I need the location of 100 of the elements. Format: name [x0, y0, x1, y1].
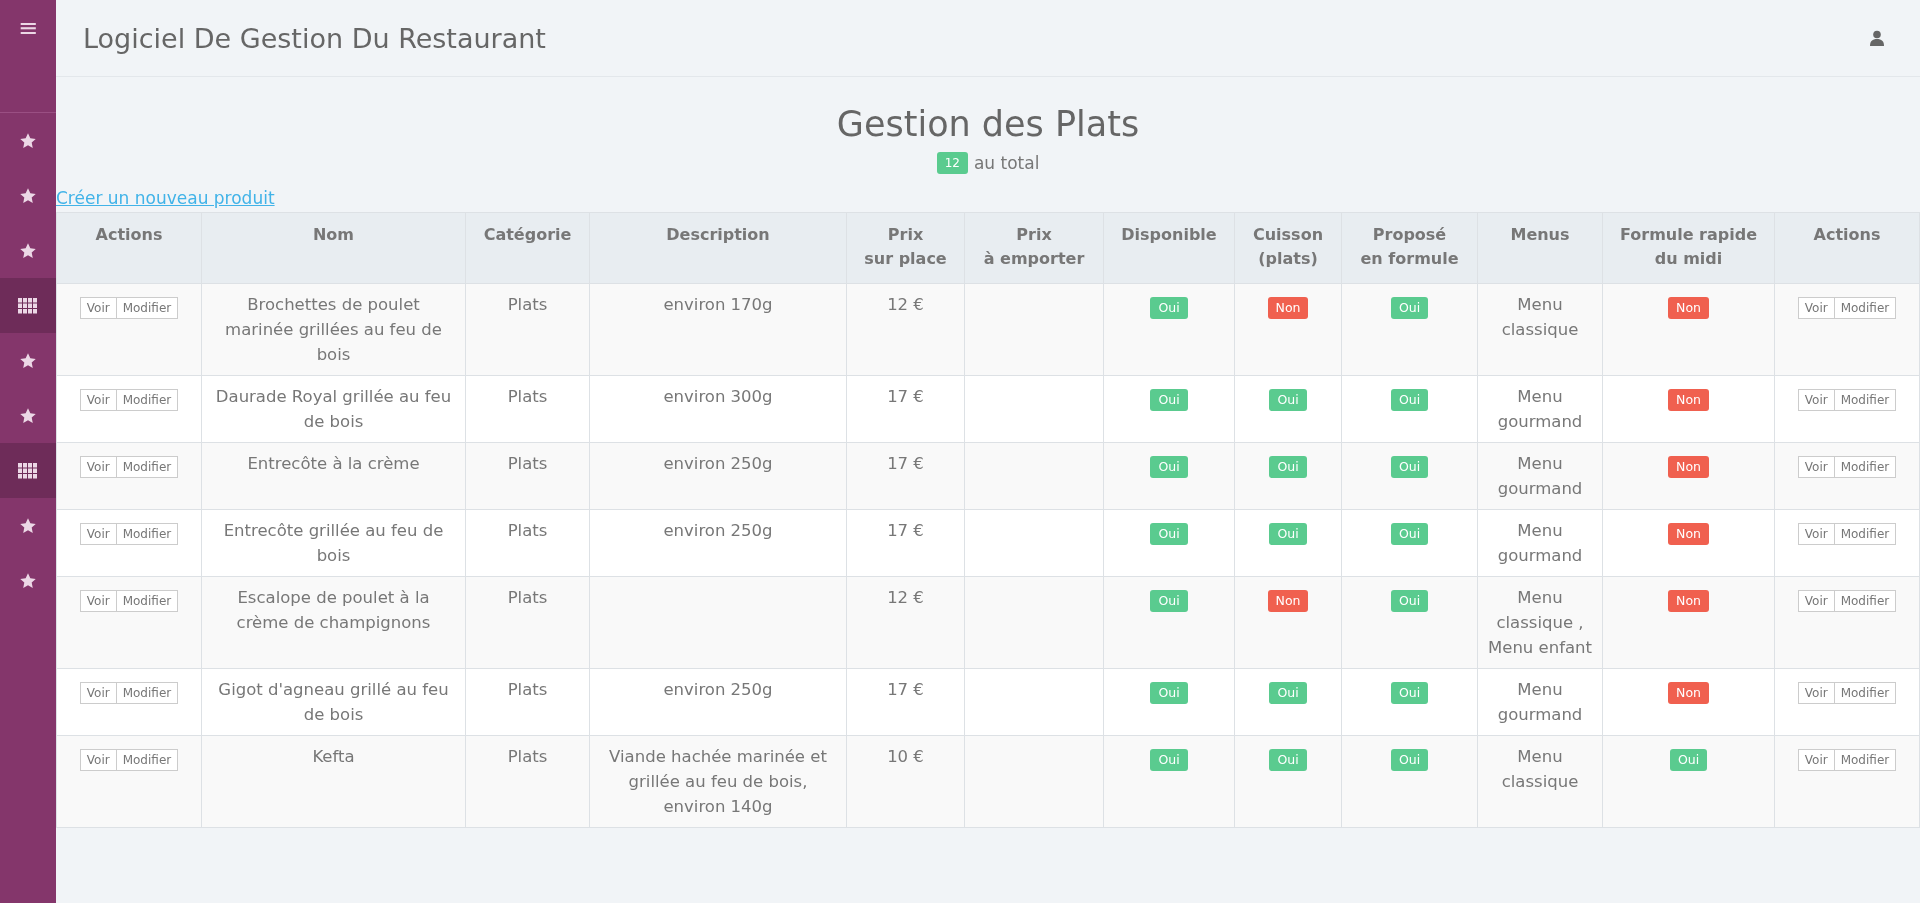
sidebar-item[interactable] [0, 443, 56, 498]
menus-cell: Menu gourmand [1477, 509, 1603, 577]
price-cell: 17 € [846, 509, 965, 577]
view-button[interactable]: Voir [79, 389, 117, 411]
count-badge: 12 [936, 152, 968, 174]
view-button[interactable]: Voir [1797, 389, 1835, 411]
status-badge: Oui [1669, 749, 1708, 771]
dish-name: Daurade Royal grillée au feu de bois [201, 375, 466, 443]
category-cell: Plats [465, 442, 590, 510]
grid-icon [18, 462, 38, 479]
column-header: Prix sur place [846, 212, 965, 284]
edit-button[interactable]: Modifier [116, 682, 179, 704]
price-cell: 17 € [846, 668, 965, 736]
category-cell: Plats [465, 668, 590, 736]
edit-button[interactable]: Modifier [116, 456, 179, 478]
edit-button[interactable]: Modifier [1834, 590, 1897, 612]
column-header: Proposé en formule [1341, 212, 1478, 284]
status-badge: Oui [1150, 297, 1188, 319]
category-cell: Plats [465, 509, 590, 577]
edit-button[interactable]: Modifier [1834, 749, 1897, 771]
status-badge: Oui [1390, 682, 1429, 704]
dish-name: Brochettes de poulet marinée grillées au feu de bois [201, 283, 466, 376]
description-cell: environ 300g [589, 375, 847, 443]
status-badge: Oui [1150, 682, 1188, 704]
dish-name: Kefta [201, 735, 466, 828]
status-badge: Non [1668, 682, 1709, 704]
view-button[interactable]: Voir [79, 297, 117, 319]
menus-cell: Menu gourmand [1477, 668, 1603, 736]
status-badge: Oui [1150, 749, 1188, 771]
edit-button[interactable]: Modifier [1834, 523, 1897, 545]
column-header: Cuisson (plats) [1234, 212, 1342, 284]
column-header: Formule rapide du midi [1602, 212, 1775, 284]
column-header: Menus [1477, 212, 1603, 284]
view-button[interactable]: Voir [79, 749, 117, 771]
menus-cell: Menu gourmand [1477, 375, 1603, 443]
category-cell: Plats [465, 735, 590, 828]
dish-name: Gigot d'agneau grillé au feu de bois [201, 668, 466, 736]
view-button[interactable]: Voir [79, 682, 117, 704]
edit-button[interactable]: Modifier [1834, 389, 1897, 411]
edit-button[interactable]: Modifier [1834, 456, 1897, 478]
view-button[interactable]: Voir [79, 590, 117, 612]
edit-button[interactable]: Modifier [1834, 297, 1897, 319]
view-button[interactable]: Voir [1797, 682, 1835, 704]
description-cell: environ 250g [589, 668, 847, 736]
description-cell: environ 250g [589, 509, 847, 577]
status-badge: Oui [1269, 523, 1307, 545]
category-cell: Plats [465, 283, 590, 376]
status-badge: Oui [1269, 456, 1307, 478]
view-button[interactable]: Voir [1797, 523, 1835, 545]
edit-button[interactable]: Modifier [116, 590, 179, 612]
edit-button[interactable]: Modifier [116, 297, 179, 319]
price-cell: 17 € [846, 442, 965, 510]
status-badge: Oui [1150, 523, 1188, 545]
price-cell: 17 € [846, 375, 965, 443]
view-button[interactable]: Voir [1797, 297, 1835, 319]
status-badge: Oui [1390, 523, 1429, 545]
dish-name: Entrecôte à la crème [201, 442, 466, 510]
menu-button[interactable]: ≡ [13, 16, 43, 40]
description-cell: environ 170g [589, 283, 847, 376]
status-badge: Non [1668, 523, 1709, 545]
price-cell: 10 € [846, 735, 965, 828]
edit-button[interactable]: Modifier [116, 389, 179, 411]
category-cell: Plats [465, 576, 590, 669]
status-badge: Oui [1390, 456, 1429, 478]
view-button[interactable]: Voir [1797, 749, 1835, 771]
status-badge: Non [1668, 389, 1709, 411]
status-badge: Non [1668, 590, 1709, 612]
column-header: Disponible [1103, 212, 1235, 284]
edit-button[interactable]: Modifier [116, 523, 179, 545]
description-cell: environ 250g [589, 442, 847, 510]
price-cell: 12 € [846, 576, 965, 669]
star-icon [19, 406, 37, 425]
status-badge: Oui [1150, 389, 1188, 411]
view-button[interactable]: Voir [79, 523, 117, 545]
star-icon [19, 131, 37, 150]
column-header: Actions [56, 212, 202, 284]
category-cell: Plats [465, 375, 590, 443]
column-header: Description [589, 212, 847, 284]
user-icon[interactable] [1870, 30, 1884, 46]
status-badge: Oui [1269, 682, 1307, 704]
edit-button[interactable]: Modifier [1834, 682, 1897, 704]
view-button[interactable]: Voir [1797, 590, 1835, 612]
status-badge: Oui [1390, 749, 1429, 771]
dish-name: Escalope de poulet à la crème de champignons [201, 576, 466, 669]
sidebar-item[interactable] [0, 278, 56, 333]
view-button[interactable]: Voir [1797, 456, 1835, 478]
status-badge: Oui [1390, 389, 1429, 411]
column-header: Nom [201, 212, 466, 284]
star-icon [19, 516, 37, 535]
description-cell: Viande hachée marinée et grillée au feu de bois, environ 140g [589, 735, 847, 828]
column-header: Catégorie [465, 212, 590, 284]
menus-cell: Menu classique [1477, 283, 1603, 376]
price-cell: 12 € [846, 283, 965, 376]
count-label: au total [973, 153, 1040, 173]
view-button[interactable]: Voir [79, 456, 117, 478]
dish-name: Entrecôte grillée au feu de bois [201, 509, 466, 577]
status-badge: Oui [1150, 590, 1188, 612]
status-badge: Non [1267, 590, 1309, 612]
edit-button[interactable]: Modifier [116, 749, 179, 771]
status-badge: Oui [1150, 456, 1188, 478]
